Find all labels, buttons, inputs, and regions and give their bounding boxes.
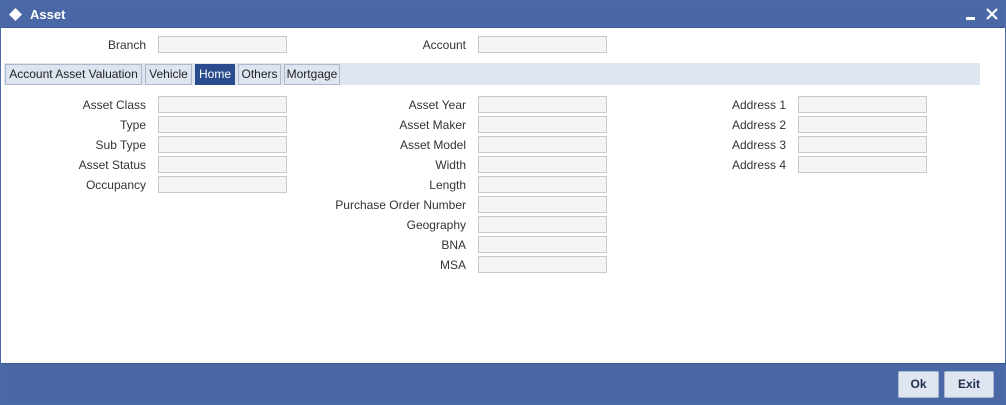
occupancy-field[interactable]	[158, 176, 287, 193]
sub-type-label: Sub Type	[95, 138, 146, 152]
purchase-order-number-label: Purchase Order Number	[335, 198, 466, 212]
account-label: Account	[422, 38, 466, 52]
asset-status-field[interactable]	[158, 156, 287, 173]
branch-label: Branch	[107, 38, 146, 52]
asset-class-label: Asset Class	[82, 98, 146, 112]
tab-mortgage[interactable]: Mortgage	[284, 64, 340, 85]
bna-field[interactable]	[478, 236, 607, 253]
account-field[interactable]	[478, 36, 607, 53]
tab-vehicle[interactable]: Vehicle	[145, 64, 192, 85]
asset-year-field[interactable]	[478, 96, 607, 113]
address-3-field[interactable]	[798, 136, 927, 153]
width-field[interactable]	[478, 156, 607, 173]
width-label: Width	[435, 158, 466, 172]
branch-field[interactable]	[158, 36, 287, 53]
address-1-label: Address 1	[731, 98, 786, 112]
asset-model-label: Asset Model	[399, 138, 466, 152]
address-2-field[interactable]	[798, 116, 927, 133]
ok-button[interactable]: Ok	[898, 371, 939, 398]
address-3-label: Address 3	[731, 138, 786, 152]
geography-label: Geography	[406, 218, 466, 232]
window-title: Asset	[30, 7, 66, 22]
exit-button[interactable]: Exit	[944, 371, 994, 398]
purchase-order-number-field[interactable]	[478, 196, 607, 213]
address-1-field[interactable]	[798, 96, 927, 113]
asset-status-label: Asset Status	[78, 158, 146, 172]
occupancy-label: Occupancy	[85, 178, 146, 192]
diamond-icon	[9, 8, 22, 21]
asset-class-field[interactable]	[158, 96, 287, 113]
type-field[interactable]	[158, 116, 287, 133]
tab-home[interactable]: Home	[195, 64, 235, 85]
asset-maker-field[interactable]	[478, 116, 607, 133]
sub-type-field[interactable]	[158, 136, 287, 153]
length-field[interactable]	[478, 176, 607, 193]
asset-year-label: Asset Year	[408, 98, 466, 112]
asset-maker-label: Asset Maker	[399, 118, 466, 132]
type-label: Type	[119, 118, 146, 132]
address-4-label: Address 4	[731, 158, 786, 172]
asset-window: Asset Branch Account Account Asset Valua…	[0, 0, 1006, 405]
asset-model-field[interactable]	[478, 136, 607, 153]
footer-bar: Ok Exit	[1, 363, 1005, 404]
tab-account-asset-valuation[interactable]: Account Asset Valuation	[5, 64, 142, 85]
address-2-label: Address 2	[731, 118, 786, 132]
bna-label: BNA	[441, 238, 466, 252]
tab-others[interactable]: Others	[238, 64, 281, 85]
address-4-field[interactable]	[798, 156, 927, 173]
geography-field[interactable]	[478, 216, 607, 233]
length-label: Length	[429, 178, 466, 192]
tab-bar: Account Asset Valuation Vehicle Home Oth…	[4, 63, 980, 85]
minimize-icon[interactable]	[963, 4, 981, 24]
msa-label: MSA	[439, 258, 466, 272]
close-icon[interactable]	[983, 4, 1001, 24]
title-bar: Asset	[1, 1, 1005, 28]
msa-field[interactable]	[478, 256, 607, 273]
